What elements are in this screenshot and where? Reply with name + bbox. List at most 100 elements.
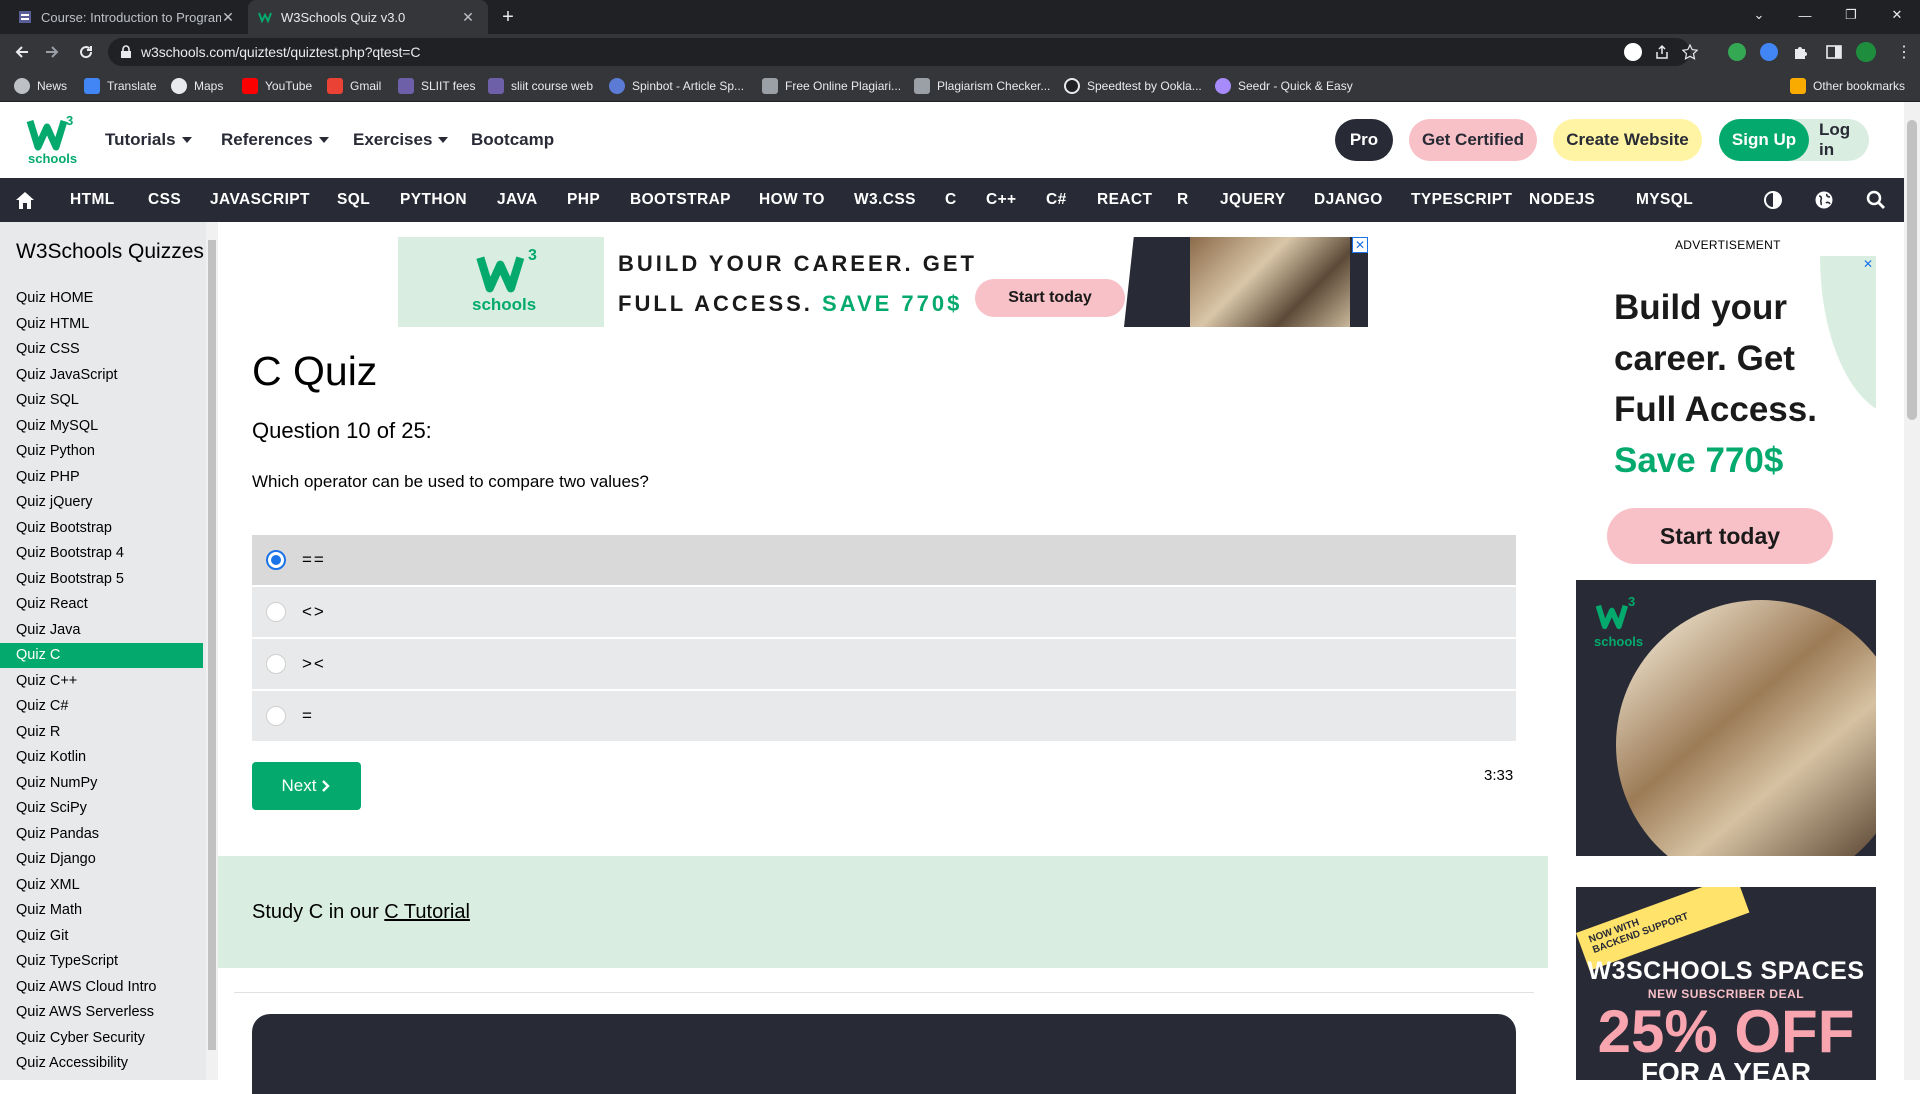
sidebar-item[interactable]: Quiz jQuery [0, 490, 203, 515]
bookmark-item[interactable]: Free Online Plagiari... [762, 78, 901, 94]
sidebar-scroll-thumb[interactable] [208, 240, 216, 1050]
extension-icon[interactable] [1760, 43, 1778, 61]
page-scroll-thumb[interactable] [1907, 120, 1917, 420]
restore-button[interactable]: ❐ [1828, 0, 1874, 30]
sidebar-item[interactable]: Quiz CSS [0, 337, 203, 362]
dark-mode-icon[interactable] [1762, 189, 1784, 211]
sidebar-item[interactable]: Quiz Cyber Security [0, 1026, 203, 1051]
address-bar[interactable]: w3schools.com/quiztest/quiztest.php?qtes… [108, 38, 1698, 66]
bookmark-item[interactable]: Spinbot - Article Sp... [609, 78, 744, 94]
bookmark-item[interactable]: Seedr - Quick & Easy [1215, 78, 1353, 94]
bookmark-star-icon[interactable] [1682, 44, 1698, 60]
radio-button[interactable] [266, 706, 286, 726]
c-tutorial-link[interactable]: C Tutorial [384, 901, 470, 923]
bookmark-item[interactable]: Translate [84, 78, 157, 94]
menu-exercises[interactable]: Exercises [353, 130, 449, 150]
browser-tab-w3schools[interactable]: W3Schools Quiz v3.0 ✕ [248, 0, 488, 34]
sidebar-item[interactable]: Quiz TypeScript [0, 949, 203, 974]
nav-item[interactable]: REACT [1097, 178, 1152, 222]
bookmark-item[interactable]: Speedtest by Ookla... [1064, 78, 1202, 94]
nav-item[interactable]: NODEJS [1529, 178, 1595, 222]
answer-option-1[interactable]: == [252, 535, 1516, 585]
side-advertisement-career[interactable]: Build your career. Get Full Access. Save… [1576, 256, 1876, 572]
ad-close-icon[interactable]: ✕ [1352, 237, 1368, 253]
nav-item[interactable]: PYTHON [400, 178, 467, 222]
nav-item[interactable]: BOOTSTRAP [630, 178, 731, 222]
sidebar-item[interactable]: Quiz C [0, 643, 203, 668]
bookmark-item[interactable]: YouTube [242, 78, 312, 94]
nav-item[interactable]: JQUERY [1220, 178, 1286, 222]
share-icon[interactable] [1654, 44, 1670, 60]
nav-item[interactable]: C++ [986, 178, 1017, 222]
minimize-button[interactable]: — [1782, 0, 1828, 30]
sidebar-item[interactable]: Quiz AWS Serverless [0, 1000, 203, 1025]
ad-start-button[interactable]: Start today [975, 279, 1125, 317]
nav-item[interactable]: CSS [148, 178, 181, 222]
profile-avatar[interactable] [1856, 42, 1876, 62]
bookmark-item[interactable]: Gmail [327, 78, 381, 94]
nav-item[interactable]: C# [1046, 178, 1067, 222]
home-icon[interactable] [14, 189, 36, 211]
ad-start-button[interactable]: Start today [1607, 508, 1833, 564]
sidebar-item[interactable]: Quiz XML [0, 873, 203, 898]
bookmark-item[interactable]: sliit course web [488, 78, 593, 94]
sidebar-item[interactable]: Quiz Kotlin [0, 745, 203, 770]
other-bookmarks[interactable]: Other bookmarks [1790, 78, 1905, 94]
sidebar-item[interactable]: Quiz Bootstrap [0, 516, 203, 541]
bookmark-item[interactable]: Maps [171, 78, 223, 94]
nav-item[interactable]: DJANGO [1314, 178, 1383, 222]
extension-icon[interactable] [1728, 43, 1746, 61]
sidebar-item[interactable]: Quiz Bootstrap 5 [0, 567, 203, 592]
nav-item[interactable]: C [945, 178, 957, 222]
sidebar-item[interactable]: Quiz Python [0, 439, 203, 464]
nav-item[interactable]: MYSQL [1636, 178, 1693, 222]
nav-item[interactable]: JAVASCRIPT [210, 178, 310, 222]
sidebar-item[interactable]: Quiz SciPy [0, 796, 203, 821]
sidebar-item[interactable]: Quiz Java [0, 618, 203, 643]
sidebar-item[interactable]: Quiz PHP [0, 465, 203, 490]
nav-item[interactable]: SQL [337, 178, 370, 222]
sidebar-item[interactable]: Quiz Pandas [0, 822, 203, 847]
side-panel-icon[interactable] [1826, 44, 1842, 60]
back-button[interactable] [12, 42, 32, 62]
tab-search-icon[interactable]: ⌄ [1736, 0, 1782, 30]
sidebar-item[interactable]: Quiz Math [0, 898, 203, 923]
sidebar-item[interactable]: Quiz R [0, 720, 203, 745]
w3schools-logo[interactable]: 3 schools [22, 113, 80, 167]
close-tab-icon[interactable]: ✕ [220, 9, 236, 25]
radio-button[interactable] [266, 602, 286, 622]
close-window-button[interactable]: ✕ [1874, 0, 1920, 30]
side-advertisement-photo[interactable]: 3 schools [1576, 580, 1876, 856]
sidebar-item[interactable]: Quiz HTML [0, 312, 203, 337]
sidebar-item[interactable]: Quiz MySQL [0, 414, 203, 439]
forward-button[interactable] [42, 42, 62, 62]
extensions-puzzle-icon[interactable] [1792, 43, 1810, 61]
pro-button[interactable]: Pro [1335, 119, 1393, 161]
banner-advertisement[interactable]: 3 schools BUILD YOUR CAREER. GET FULL AC… [398, 237, 1368, 327]
sidebar-item[interactable]: Quiz Accessibility [0, 1051, 203, 1076]
menu-bootcamp[interactable]: Bootcamp [471, 130, 554, 150]
nav-item[interactable]: PHP [567, 178, 600, 222]
sidebar-item[interactable]: Quiz NumPy [0, 771, 203, 796]
side-advertisement-spaces[interactable]: NOW WITH BACKEND SUPPORT W3SCHOOLS SPACE… [1576, 887, 1876, 1080]
answer-option-2[interactable]: <> [252, 587, 1516, 637]
answer-option-3[interactable]: >< [252, 639, 1516, 689]
sidebar-item[interactable]: Quiz JavaScript [0, 363, 203, 388]
sidebar-item[interactable]: Quiz AWS Cloud Intro [0, 975, 203, 1000]
next-button[interactable]: Next [252, 762, 361, 810]
globe-icon[interactable] [1813, 189, 1835, 211]
nav-item[interactable]: R [1177, 178, 1189, 222]
bookmark-item[interactable]: Plagiarism Checker... [914, 78, 1050, 94]
radio-button[interactable] [266, 654, 286, 674]
get-certified-button[interactable]: Get Certified [1409, 119, 1537, 161]
nav-item[interactable]: HOW TO [759, 178, 825, 222]
new-tab-button[interactable]: + [498, 7, 518, 27]
google-icon[interactable] [1624, 43, 1642, 61]
answer-option-4[interactable]: = [252, 691, 1516, 741]
sidebar-item[interactable]: Quiz SQL [0, 388, 203, 413]
reload-button[interactable] [76, 42, 96, 62]
sidebar-item[interactable]: Quiz Django [0, 847, 203, 872]
create-website-button[interactable]: Create Website [1553, 119, 1702, 161]
sidebar-item[interactable]: Quiz Bootstrap 4 [0, 541, 203, 566]
nav-item[interactable]: JAVA [497, 178, 538, 222]
